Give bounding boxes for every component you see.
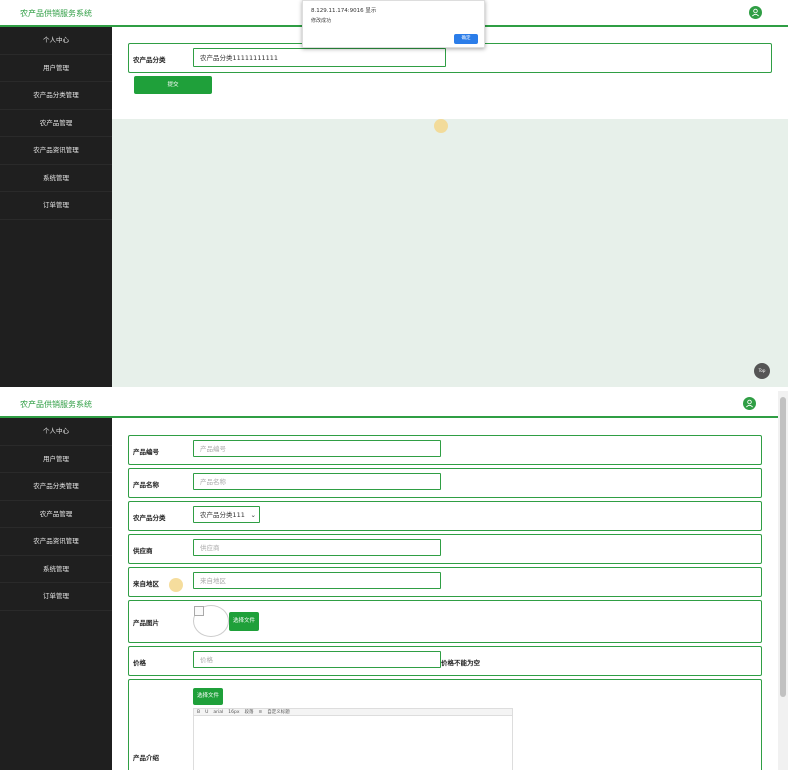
bottom-frame: 农产品供销服务系统 个人中心 用户管理 农产品分类管理 农产品管理 农产品资讯管… bbox=[0, 391, 788, 770]
price-input[interactable]: 价格 bbox=[193, 651, 441, 668]
sidebar-item-categories[interactable]: 农产品分类管理 bbox=[0, 82, 112, 110]
sidebar-item-orders[interactable]: 订单管理 bbox=[0, 192, 112, 220]
category-label: 农产品分类 bbox=[133, 514, 166, 522]
sidebar-item-profile[interactable]: 个人中心 bbox=[0, 27, 112, 55]
dialog-message: 修改成功 bbox=[311, 18, 332, 24]
category-form-row: 农产品分类 农产品分类111 ⌄ bbox=[128, 501, 762, 531]
back-to-top-button[interactable]: Top bbox=[754, 363, 770, 379]
price-error-message: 价格不能为空 bbox=[441, 659, 480, 667]
code-form-row: 产品编号 产品编号 bbox=[128, 435, 762, 465]
align-icon[interactable]: ≡ bbox=[259, 710, 263, 715]
code-input[interactable]: 产品编号 bbox=[193, 440, 441, 457]
name-form-row: 产品名称 产品名称 bbox=[128, 468, 762, 498]
editor-toolbar: B U arial 16px 段落 ≡ 自定义标题 bbox=[193, 708, 513, 716]
header: 农产品供销服务系统 bbox=[0, 391, 788, 418]
dialog-origin: 8.129.11.174:9016 显示 bbox=[311, 8, 377, 14]
alert-dialog: 8.129.11.174:9016 显示 修改成功 确定 bbox=[302, 0, 485, 48]
underline-icon[interactable]: U bbox=[205, 710, 208, 715]
dialog-ok-button[interactable]: 确定 bbox=[454, 34, 478, 44]
origin-label: 来自地区 bbox=[133, 580, 159, 588]
sidebar: 个人中心 用户管理 农产品分类管理 农产品管理 农产品资讯管理 系统管理 订单管… bbox=[0, 27, 112, 387]
origin-form-row: 来自地区 来自地区 bbox=[128, 567, 762, 597]
rich-text-editor[interactable] bbox=[193, 716, 513, 770]
brand-title: 农产品供销服务系统 bbox=[20, 9, 92, 18]
sidebar-item-news[interactable]: 农产品资讯管理 bbox=[0, 528, 112, 556]
sidebar-item-profile[interactable]: 个人中心 bbox=[0, 418, 112, 446]
main-content: 产品编号 产品编号 产品名称 产品名称 农产品分类 农产品分类111 ⌄ 供应商… bbox=[112, 418, 778, 770]
origin-input[interactable]: 来自地区 bbox=[193, 572, 441, 589]
sidebar: 个人中心 用户管理 农产品分类管理 农产品管理 农产品资讯管理 系统管理 订单管… bbox=[0, 418, 112, 770]
sidebar-item-system[interactable]: 系统管理 bbox=[0, 556, 112, 583]
sidebar-item-users[interactable]: 用户管理 bbox=[0, 55, 112, 82]
intro-form-row: 产品介绍 选择文件 B U arial 16px 段落 ≡ 自定义标题 bbox=[128, 679, 762, 770]
chevron-down-icon: ⌄ bbox=[250, 511, 256, 519]
scrollbar-thumb[interactable] bbox=[780, 397, 786, 697]
submit-button[interactable]: 提交 bbox=[134, 76, 212, 94]
supplier-label: 供应商 bbox=[133, 547, 153, 555]
name-label: 产品名称 bbox=[133, 481, 159, 489]
sidebar-item-products[interactable]: 农产品管理 bbox=[0, 501, 112, 528]
size-select[interactable]: 16px bbox=[228, 710, 239, 715]
content-canvas: Top bbox=[112, 119, 788, 387]
cursor-highlight bbox=[434, 119, 448, 133]
font-select[interactable]: arial bbox=[213, 710, 223, 715]
sidebar-item-users[interactable]: 用户管理 bbox=[0, 446, 112, 473]
sidebar-item-system[interactable]: 系统管理 bbox=[0, 165, 112, 192]
sidebar-item-categories[interactable]: 农产品分类管理 bbox=[0, 473, 112, 501]
sidebar-item-news[interactable]: 农产品资讯管理 bbox=[0, 137, 112, 165]
format-select[interactable]: 自定义标题 bbox=[267, 709, 290, 715]
category-label: 农产品分类 bbox=[133, 56, 166, 64]
broken-image-icon bbox=[194, 606, 204, 616]
bold-icon[interactable]: B bbox=[197, 710, 200, 715]
price-label: 价格 bbox=[133, 659, 146, 667]
category-select-value: 农产品分类111 bbox=[200, 511, 245, 519]
user-avatar-icon[interactable] bbox=[743, 397, 756, 410]
supplier-input[interactable]: 供应商 bbox=[193, 539, 441, 556]
main-content: 农产品分类 农产品分类11111111111 提交 Top bbox=[112, 27, 788, 387]
intro-choose-file-button[interactable]: 选择文件 bbox=[193, 688, 223, 705]
category-select[interactable]: 农产品分类111 ⌄ bbox=[193, 506, 260, 523]
brand-title: 农产品供销服务系统 bbox=[20, 400, 92, 409]
image-preview bbox=[193, 605, 229, 637]
user-avatar-icon[interactable] bbox=[749, 6, 762, 19]
sidebar-item-orders[interactable]: 订单管理 bbox=[0, 583, 112, 611]
name-input[interactable]: 产品名称 bbox=[193, 473, 441, 490]
code-label: 产品编号 bbox=[133, 448, 159, 456]
price-form-row: 价格 价格 价格不能为空 bbox=[128, 646, 762, 676]
top-frame: 农产品供销服务系统 个人中心 用户管理 农产品分类管理 农产品管理 农产品资讯管… bbox=[0, 0, 788, 387]
category-input[interactable]: 农产品分类11111111111 bbox=[193, 48, 446, 67]
sidebar-item-products[interactable]: 农产品管理 bbox=[0, 110, 112, 137]
style-select[interactable]: 段落 bbox=[245, 709, 254, 715]
supplier-form-row: 供应商 供应商 bbox=[128, 534, 762, 564]
scrollbar[interactable] bbox=[778, 391, 788, 770]
cursor-highlight bbox=[169, 578, 183, 592]
image-choose-file-button[interactable]: 选择文件 bbox=[229, 612, 259, 631]
image-label: 产品图片 bbox=[133, 619, 159, 627]
image-form-row: 产品图片 选择文件 bbox=[128, 600, 762, 643]
intro-label: 产品介绍 bbox=[133, 754, 159, 762]
